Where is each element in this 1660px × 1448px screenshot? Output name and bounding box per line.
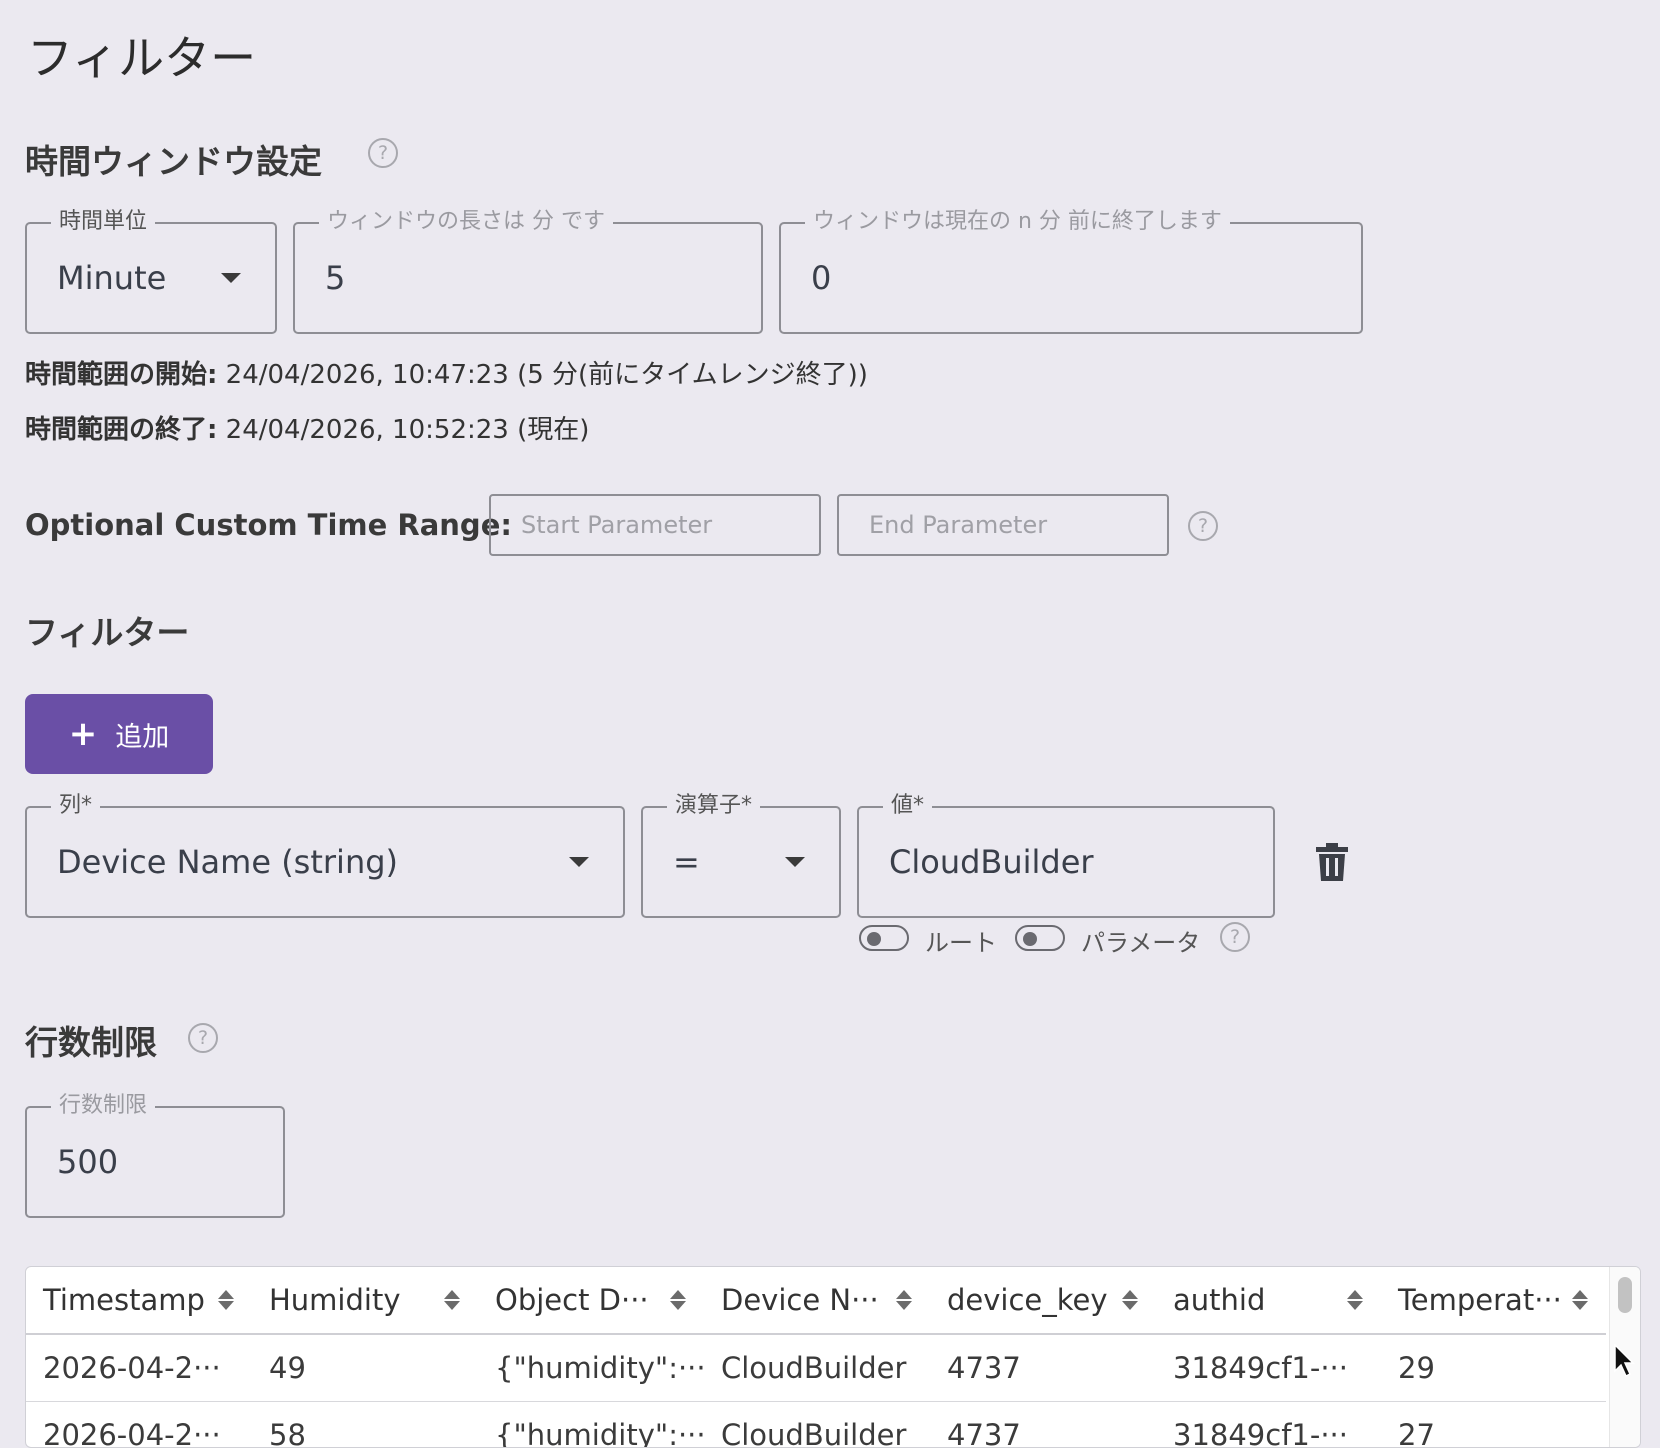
- parameter-toggle[interactable]: [1015, 925, 1065, 951]
- column-header-humidity[interactable]: Humidity: [252, 1267, 478, 1334]
- results-grid: Timestamp Humidity Object D··· Device N·…: [26, 1267, 1606, 1448]
- range-end-value: 24/04/2026, 10:52:23 (現在): [226, 415, 590, 445]
- range-end-label: 時間範囲の終了:: [25, 415, 217, 445]
- column-header-device-name[interactable]: Device N···: [704, 1267, 930, 1334]
- column-header-authid[interactable]: authid: [1156, 1267, 1381, 1334]
- sort-icon[interactable]: [1572, 1290, 1588, 1310]
- table-cell: 31849cf1-···: [1156, 1334, 1381, 1402]
- sort-icon[interactable]: [1347, 1290, 1363, 1310]
- column-header-label: Temperat···: [1398, 1283, 1562, 1317]
- route-toggle-label: ルート: [925, 923, 997, 958]
- plus-icon: +: [69, 717, 98, 751]
- table-cell: 31849cf1-···: [1156, 1402, 1381, 1448]
- table-cell: 27: [1381, 1402, 1606, 1448]
- page-title: フィルター: [27, 22, 256, 88]
- window-length-input[interactable]: ウィンドウの長さは 分 です 5: [293, 222, 763, 334]
- filter-column-select[interactable]: 列* Device Name (string): [25, 806, 625, 918]
- table-cell: 2026-04-2···: [26, 1402, 252, 1448]
- window-offset-label: ウィンドウは現在の n 分 前に終了します: [805, 208, 1230, 236]
- parameter-toggle-label: パラメータ: [1081, 923, 1200, 958]
- table-cell: 29: [1381, 1334, 1606, 1402]
- mouse-cursor-icon: [1614, 1344, 1636, 1378]
- filter-value-input[interactable]: 値* CloudBuilder: [857, 806, 1275, 918]
- range-end-row: 時間範囲の終了: 24/04/2026, 10:52:23 (現在): [25, 409, 589, 446]
- table-cell: 49: [252, 1334, 478, 1402]
- table-cell: 4737: [930, 1334, 1156, 1402]
- sort-icon[interactable]: [218, 1290, 234, 1310]
- window-offset-input[interactable]: ウィンドウは現在の n 分 前に終了します 0: [779, 222, 1363, 334]
- column-header-object-data[interactable]: Object D···: [478, 1267, 704, 1334]
- table-cell: {"humidity":···: [478, 1402, 704, 1448]
- filter-help-icon[interactable]: ?: [1220, 922, 1250, 952]
- table-cell: CloudBuilder: [704, 1402, 930, 1448]
- window-length-value: 5: [325, 224, 345, 332]
- column-header-temperature[interactable]: Temperat···: [1381, 1267, 1606, 1334]
- column-header-label: Humidity: [269, 1283, 401, 1317]
- table-row[interactable]: 2026-04-2··· 49 {"humidity":··· CloudBui…: [26, 1334, 1606, 1402]
- column-header-label: Object D···: [495, 1283, 649, 1317]
- add-filter-button[interactable]: + 追加: [25, 694, 213, 774]
- sort-icon[interactable]: [444, 1290, 460, 1310]
- column-header-device-key[interactable]: device_key: [930, 1267, 1156, 1334]
- chevron-down-icon: [221, 273, 241, 283]
- time-window-heading: 時間ウィンドウ設定: [25, 135, 322, 183]
- row-limit-help-icon[interactable]: ?: [188, 1023, 218, 1053]
- custom-range-label: Optional Custom Time Range:: [25, 508, 512, 542]
- time-unit-select[interactable]: 時間単位 Minute: [25, 222, 277, 334]
- start-parameter-input[interactable]: Start Parameter: [489, 494, 821, 556]
- filter-operator-select[interactable]: 演算子* =: [641, 806, 841, 918]
- window-offset-value: 0: [811, 224, 831, 332]
- row-limit-value: 500: [57, 1108, 118, 1216]
- column-header-timestamp[interactable]: Timestamp: [26, 1267, 252, 1334]
- sort-icon[interactable]: [1122, 1290, 1138, 1310]
- table-row[interactable]: 2026-04-2··· 58 {"humidity":··· CloudBui…: [26, 1402, 1606, 1448]
- table-cell: {"humidity":···: [478, 1334, 704, 1402]
- table-cell: 4737: [930, 1402, 1156, 1448]
- custom-range-help-icon[interactable]: ?: [1188, 511, 1218, 541]
- filters-heading: フィルター: [25, 606, 189, 654]
- row-limit-input[interactable]: 行数制限 500: [25, 1106, 285, 1218]
- window-length-label: ウィンドウの長さは 分 です: [319, 208, 613, 236]
- add-filter-label: 追加: [115, 715, 169, 754]
- column-header-label: Device N···: [721, 1283, 879, 1317]
- row-limit-heading: 行数制限: [25, 1016, 157, 1064]
- route-toggle[interactable]: [859, 925, 909, 951]
- range-start-value: 24/04/2026, 10:47:23 (5 分(前にタイムレンジ終了)): [226, 360, 868, 390]
- range-start-row: 時間範囲の開始: 24/04/2026, 10:47:23 (5 分(前にタイム…: [25, 354, 868, 391]
- column-header-label: Timestamp: [43, 1283, 205, 1317]
- sort-icon[interactable]: [670, 1290, 686, 1310]
- table-cell: 2026-04-2···: [26, 1334, 252, 1402]
- end-parameter-input[interactable]: End Parameter: [837, 494, 1169, 556]
- results-table: Timestamp Humidity Object D··· Device N·…: [25, 1266, 1641, 1448]
- range-start-label: 時間範囲の開始:: [25, 360, 217, 390]
- sort-icon[interactable]: [896, 1290, 912, 1310]
- time-window-help-icon[interactable]: ?: [368, 138, 398, 168]
- filter-operator-value: =: [673, 808, 700, 916]
- table-header-row: Timestamp Humidity Object D··· Device N·…: [26, 1267, 1606, 1334]
- column-header-label: device_key: [947, 1283, 1108, 1317]
- time-unit-value: Minute: [57, 224, 166, 332]
- filter-column-value: Device Name (string): [57, 808, 398, 916]
- filter-value-value: CloudBuilder: [889, 808, 1094, 916]
- scrollbar-thumb[interactable]: [1618, 1277, 1632, 1313]
- table-cell: 58: [252, 1402, 478, 1448]
- delete-filter-icon[interactable]: [1315, 843, 1349, 881]
- column-header-label: authid: [1173, 1283, 1265, 1317]
- table-cell: CloudBuilder: [704, 1334, 930, 1402]
- chevron-down-icon: [785, 857, 805, 867]
- chevron-down-icon: [569, 857, 589, 867]
